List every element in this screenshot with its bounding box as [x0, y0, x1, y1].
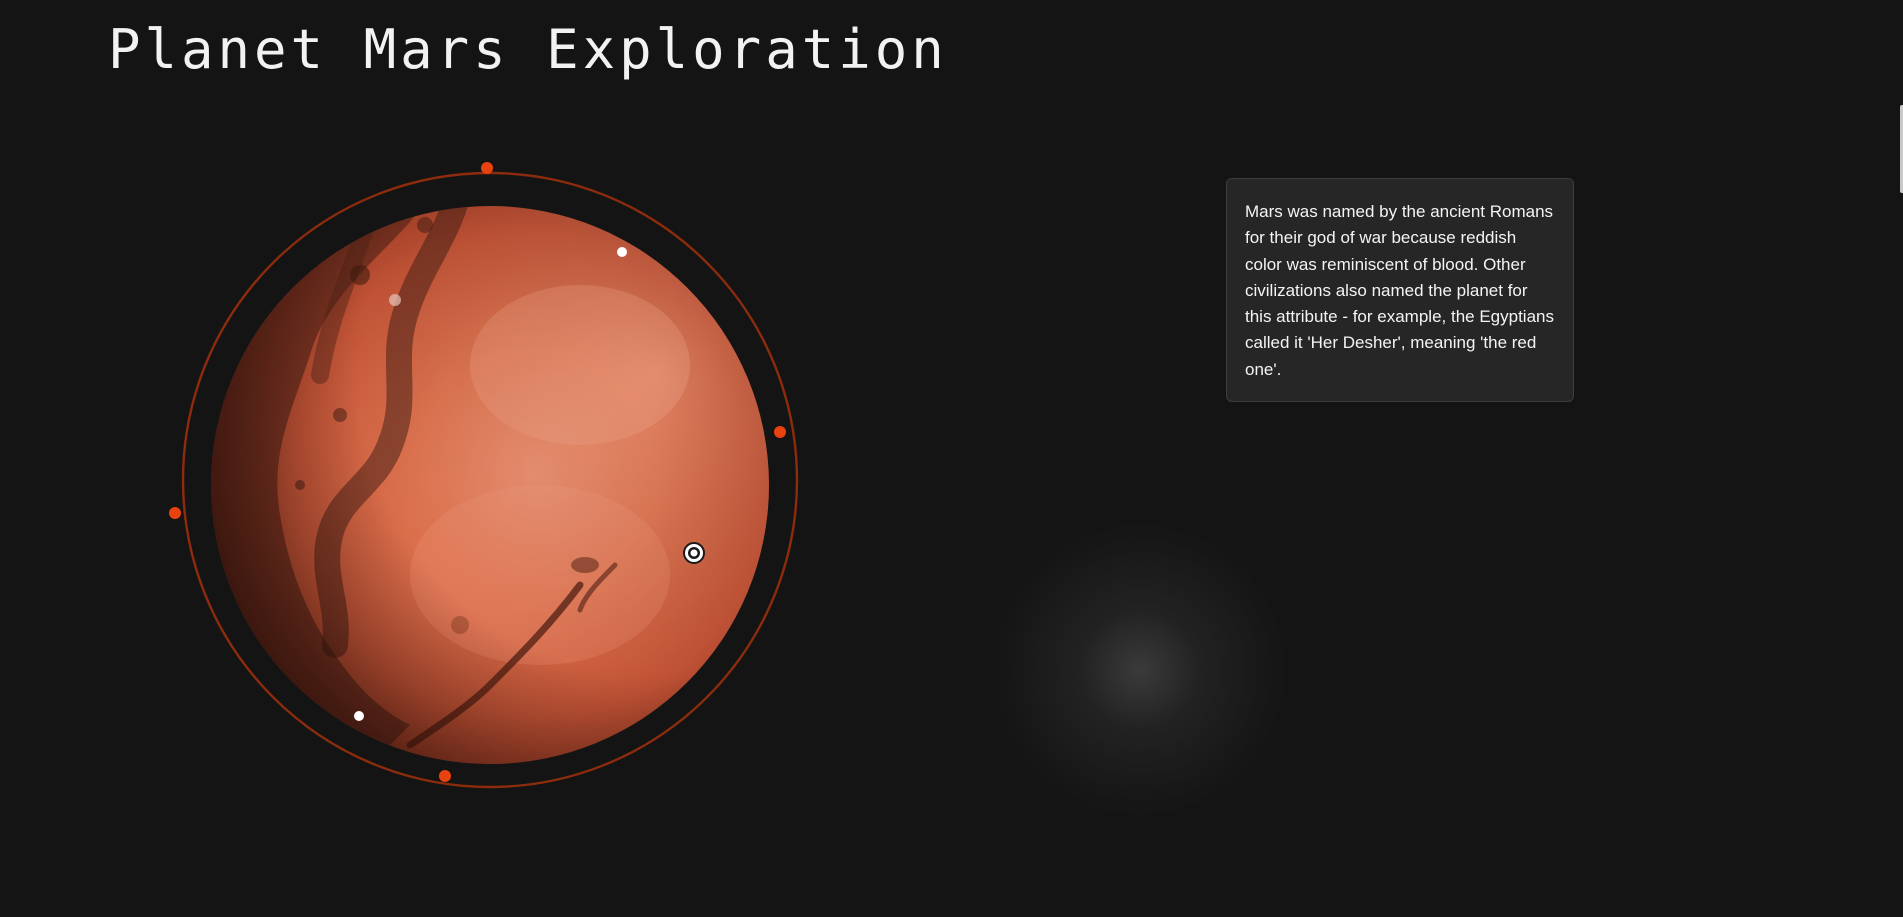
page-title: Planet Mars Exploration: [108, 18, 948, 81]
mars-viewer[interactable]: [160, 155, 800, 795]
mars-globe-icon: [169, 162, 799, 789]
info-card: Mars was named by the ancient Romans for…: [1226, 178, 1574, 403]
orbit-marker: [481, 162, 493, 174]
orbit-marker: [169, 507, 181, 519]
info-card-text: Mars was named by the ancient Romans for…: [1245, 202, 1554, 379]
orbit-marker: [439, 770, 451, 782]
orbit-marker: [774, 426, 786, 438]
hotspot-dot: [354, 711, 364, 721]
target-hotspot-icon: [683, 542, 705, 564]
hotspot-dot: [617, 247, 627, 257]
